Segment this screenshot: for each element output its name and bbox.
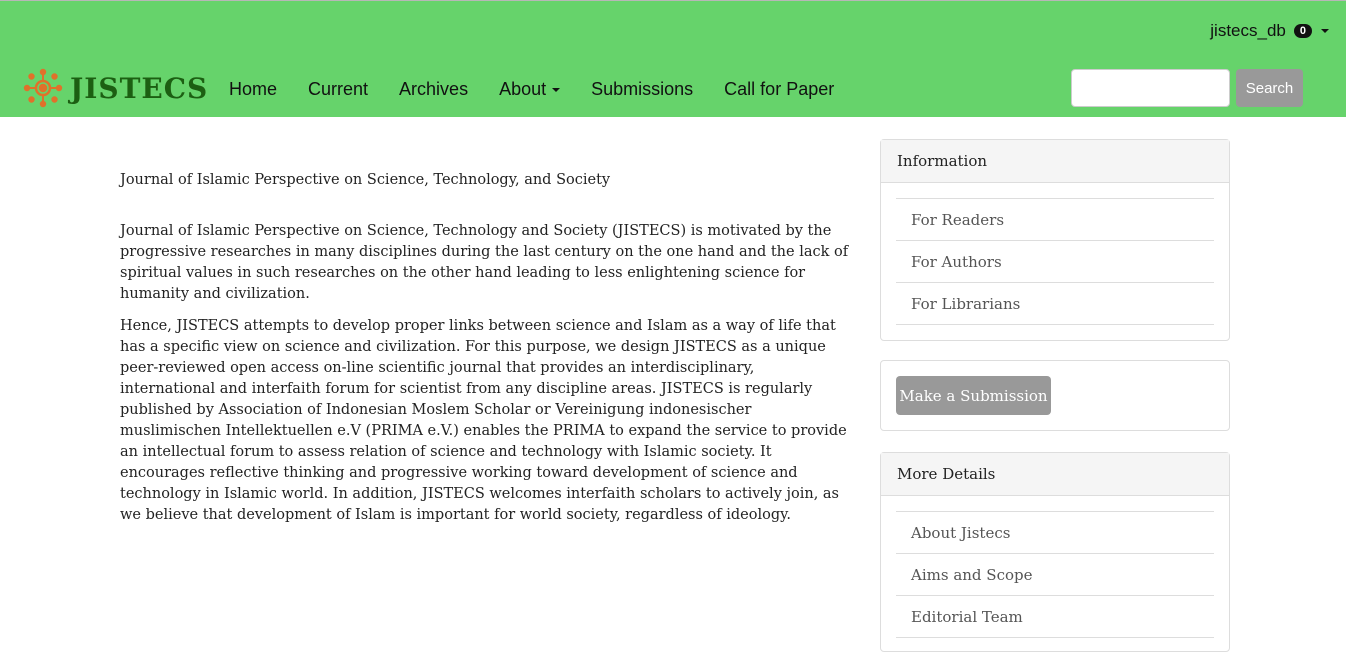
journal-title: Journal of Islamic Perspective on Scienc…	[120, 172, 611, 188]
site-header: JISTECS Home Current Archives About Subm…	[0, 0, 1346, 117]
search-input[interactable]	[1071, 69, 1230, 107]
information-panel: Information For Readers For Authors For …	[880, 139, 1230, 341]
description-paragraph: Hence, JISTECS attempts to develop prope…	[120, 318, 847, 523]
nav-call-for-paper[interactable]: Call for Paper	[724, 79, 834, 100]
make-submission-button[interactable]: Make a Submission	[896, 376, 1051, 415]
caret-down-icon	[552, 88, 561, 93]
link-for-librarians[interactable]: For Librarians	[896, 282, 1214, 325]
nav-about[interactable]: About	[499, 79, 561, 100]
intro-paragraph: Journal of Islamic Perspective on Scienc…	[120, 223, 849, 302]
nav-current[interactable]: Current	[308, 79, 368, 100]
search-button[interactable]: Search	[1236, 69, 1303, 107]
main-content: Journal of Islamic Perspective on Scienc…	[120, 168, 850, 537]
site-logo[interactable]: JISTECS	[22, 67, 208, 109]
sun-ornament-icon	[23, 68, 63, 108]
link-for-authors[interactable]: For Authors	[896, 240, 1214, 282]
link-aims-and-scope[interactable]: Aims and Scope	[896, 553, 1214, 595]
submission-panel: Make a Submission	[880, 360, 1230, 431]
link-about-jistecs[interactable]: About Jistecs	[896, 511, 1214, 553]
panel-heading-more-details: More Details	[881, 453, 1229, 496]
more-details-panel: More Details About Jistecs Aims and Scop…	[880, 452, 1230, 652]
link-editorial-team[interactable]: Editorial Team	[896, 595, 1214, 638]
main-nav: Home Current Archives About Submissions …	[229, 79, 865, 100]
notification-badge: 0	[1293, 24, 1312, 38]
link-for-readers[interactable]: For Readers	[896, 198, 1214, 240]
username: jistecs_db	[1210, 21, 1286, 40]
nav-home[interactable]: Home	[229, 79, 277, 100]
nav-archives[interactable]: Archives	[399, 79, 468, 100]
nav-submissions[interactable]: Submissions	[591, 79, 693, 100]
logo-text: JISTECS	[70, 71, 209, 105]
nav-about-label: About	[499, 79, 547, 99]
caret-down-icon	[1321, 29, 1329, 33]
user-menu[interactable]: jistecs_db 0	[1210, 21, 1329, 41]
panel-heading-information: Information	[881, 140, 1229, 183]
